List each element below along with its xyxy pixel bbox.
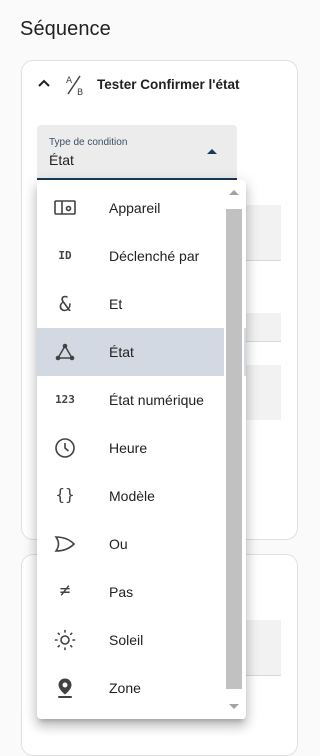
menu-item-label: Modèle <box>109 488 155 504</box>
menu-item-label: Déclenché par <box>109 248 200 264</box>
clock-icon <box>55 438 75 458</box>
menu-item-appareil[interactable]: Appareil <box>37 184 246 232</box>
menu-item-etat[interactable]: État <box>37 328 246 376</box>
chevron-up-icon[interactable] <box>36 75 52 91</box>
menu-item-label: État numérique <box>109 392 204 408</box>
ampersand-icon: & <box>58 292 72 316</box>
menu-item-label: Ou <box>109 536 128 552</box>
menu-item-etat-numerique[interactable]: 123 État numérique <box>37 376 246 424</box>
menu-item-heure[interactable]: Heure <box>37 424 246 472</box>
card-title: Tester Confirmer l'état <box>97 77 240 92</box>
background-row <box>246 313 281 341</box>
dropdown-arrow-icon <box>207 149 217 154</box>
scrollbar-thumb[interactable] <box>226 209 242 689</box>
numeric-icon: 123 <box>55 393 75 406</box>
condition-type-menu: Appareil ID Déclenché par & Et État 123 … <box>37 180 246 719</box>
state-icon <box>55 343 75 361</box>
page-title: Séquence <box>20 18 111 40</box>
menu-scrollbar[interactable] <box>224 180 244 719</box>
svg-text:B: B <box>77 88 83 97</box>
menu-item-label: Heure <box>109 440 148 456</box>
condition-type-select[interactable]: Type de condition État <box>37 125 237 180</box>
card-header[interactable]: A B Tester Confirmer l'état <box>22 61 297 111</box>
background-divider <box>246 260 281 261</box>
menu-item-pas[interactable]: ≠ Pas <box>37 568 246 616</box>
menu-item-ou[interactable]: Ou <box>37 520 246 568</box>
menu-item-et[interactable]: & Et <box>37 280 246 328</box>
condition-type-label: Type de condition <box>49 137 128 148</box>
sun-icon <box>54 629 76 651</box>
condition-type-value: État <box>49 152 74 168</box>
menu-item-label: Appareil <box>109 200 161 216</box>
menu-item-label: Pas <box>109 584 134 600</box>
svg-text:A: A <box>66 76 73 86</box>
menu-item-label: Zone <box>109 680 141 696</box>
menu-item-soleil[interactable]: Soleil <box>37 616 246 664</box>
scroll-down-arrow-icon[interactable] <box>229 704 239 709</box>
menu-item-modele[interactable]: {} Modèle <box>37 472 246 520</box>
menu-item-zone[interactable]: Zone <box>37 664 246 712</box>
or-gate-icon <box>54 536 76 552</box>
id-icon: ID <box>58 249 72 262</box>
background-divider <box>246 675 281 676</box>
menu-item-label: État <box>109 344 134 360</box>
background-row <box>246 205 281 260</box>
template-icon: {} <box>55 485 75 504</box>
menu-item-declenche-par[interactable]: ID Déclenché par <box>37 232 246 280</box>
device-icon <box>54 200 76 215</box>
ab-test-icon: A B <box>66 75 83 97</box>
background-row <box>246 365 281 420</box>
background-row <box>246 620 281 675</box>
background-divider <box>246 341 281 342</box>
menu-item-label: Et <box>109 296 123 312</box>
not-equal-icon: ≠ <box>59 580 71 601</box>
zone-icon <box>58 678 72 698</box>
scroll-up-arrow-icon[interactable] <box>229 190 239 195</box>
menu-item-label: Soleil <box>109 632 144 648</box>
